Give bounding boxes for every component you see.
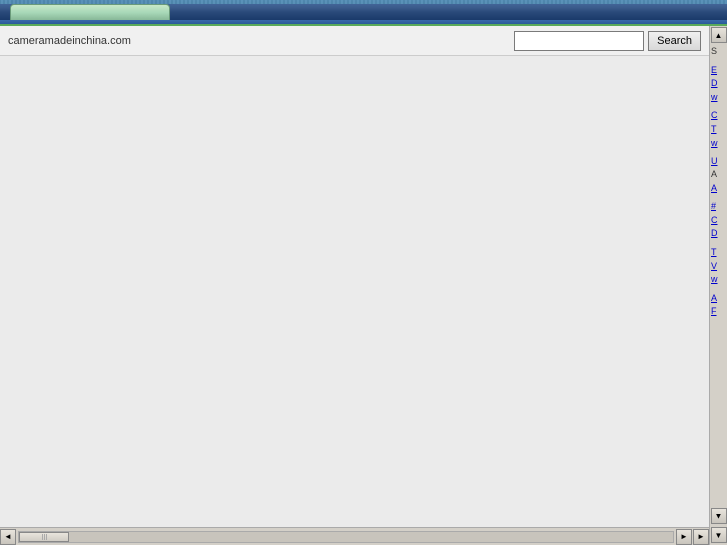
down-arrow-icon-2: ▼: [715, 531, 723, 540]
down-arrow-icon-1: ▲: [715, 512, 723, 521]
header-bar: cameramadeinchina.com Search: [0, 26, 709, 56]
sidebar-link-w1[interactable]: w: [711, 91, 726, 104]
sidebar-link-e[interactable]: E: [711, 64, 726, 77]
search-button[interactable]: Search: [648, 31, 701, 51]
page-content: [0, 56, 709, 527]
scroll-left-button[interactable]: ◄: [0, 529, 16, 545]
site-name: cameramadeinchina.com: [8, 35, 131, 47]
scroll-right-button-1[interactable]: ◄: [676, 529, 692, 545]
sidebar-text-s: S: [711, 46, 726, 58]
sidebar-link-w2[interactable]: w: [711, 137, 726, 150]
sep1: [711, 59, 726, 63]
browser-window: cameramadeinchina.com Search ◄: [0, 0, 727, 545]
right-scroll-buttons: ◄ ►: [676, 529, 709, 545]
right-arrow-icon-1: ◄: [680, 532, 688, 541]
scroll-right-button-2[interactable]: ►: [693, 529, 709, 545]
sep3: [711, 150, 726, 154]
sep4: [711, 195, 726, 199]
sep2: [711, 104, 726, 108]
scroll-down-button-1[interactable]: ▲: [711, 508, 727, 524]
scroll-up-button[interactable]: ▲: [711, 27, 727, 43]
sidebar-link-w3[interactable]: w: [711, 273, 726, 286]
sidebar-text-a1: A: [711, 169, 726, 181]
horizontal-scroll-track[interactable]: [18, 531, 674, 543]
left-arrow-icon: ◄: [4, 532, 12, 541]
search-input[interactable]: [514, 31, 644, 51]
horizontal-scroll-thumb[interactable]: [19, 532, 69, 542]
sidebar-link-d1[interactable]: D: [711, 77, 726, 90]
sidebar-link-v[interactable]: V: [711, 260, 726, 273]
sidebar-link-c2[interactable]: C: [711, 214, 726, 227]
scroll-down-button-2[interactable]: ▼: [711, 527, 727, 543]
sidebar-link-d2[interactable]: D: [711, 227, 726, 240]
sep6: [711, 287, 726, 291]
sidebar-link-a[interactable]: A: [711, 182, 726, 195]
sidebar-link-c1[interactable]: C: [711, 109, 726, 122]
sidebar-link-t[interactable]: T: [711, 123, 726, 136]
sep5: [711, 241, 726, 245]
gradient-strip: [0, 0, 727, 4]
sidebar-link-f[interactable]: F: [711, 305, 726, 318]
sidebar-link-hash[interactable]: #: [711, 200, 726, 213]
vertical-scrollbar: ▲ S E D w C T w U A A # C D: [709, 26, 727, 545]
sidebar-links: S E D w C T w U A A # C D T V: [710, 44, 727, 507]
sidebar-link-t2[interactable]: T: [711, 246, 726, 259]
right-arrow-icon-2: ►: [697, 532, 705, 541]
search-area: Search: [514, 31, 701, 51]
sidebar-link-a2[interactable]: A: [711, 292, 726, 305]
tab-bar: [0, 0, 727, 20]
sidebar-link-u[interactable]: U: [711, 155, 726, 168]
up-arrow-icon: ▲: [715, 31, 723, 40]
horizontal-scrollbar: ◄ ◄ ►: [0, 527, 709, 545]
active-tab[interactable]: [10, 4, 170, 20]
scroll-down-buttons: ▲ ▼: [711, 507, 727, 544]
